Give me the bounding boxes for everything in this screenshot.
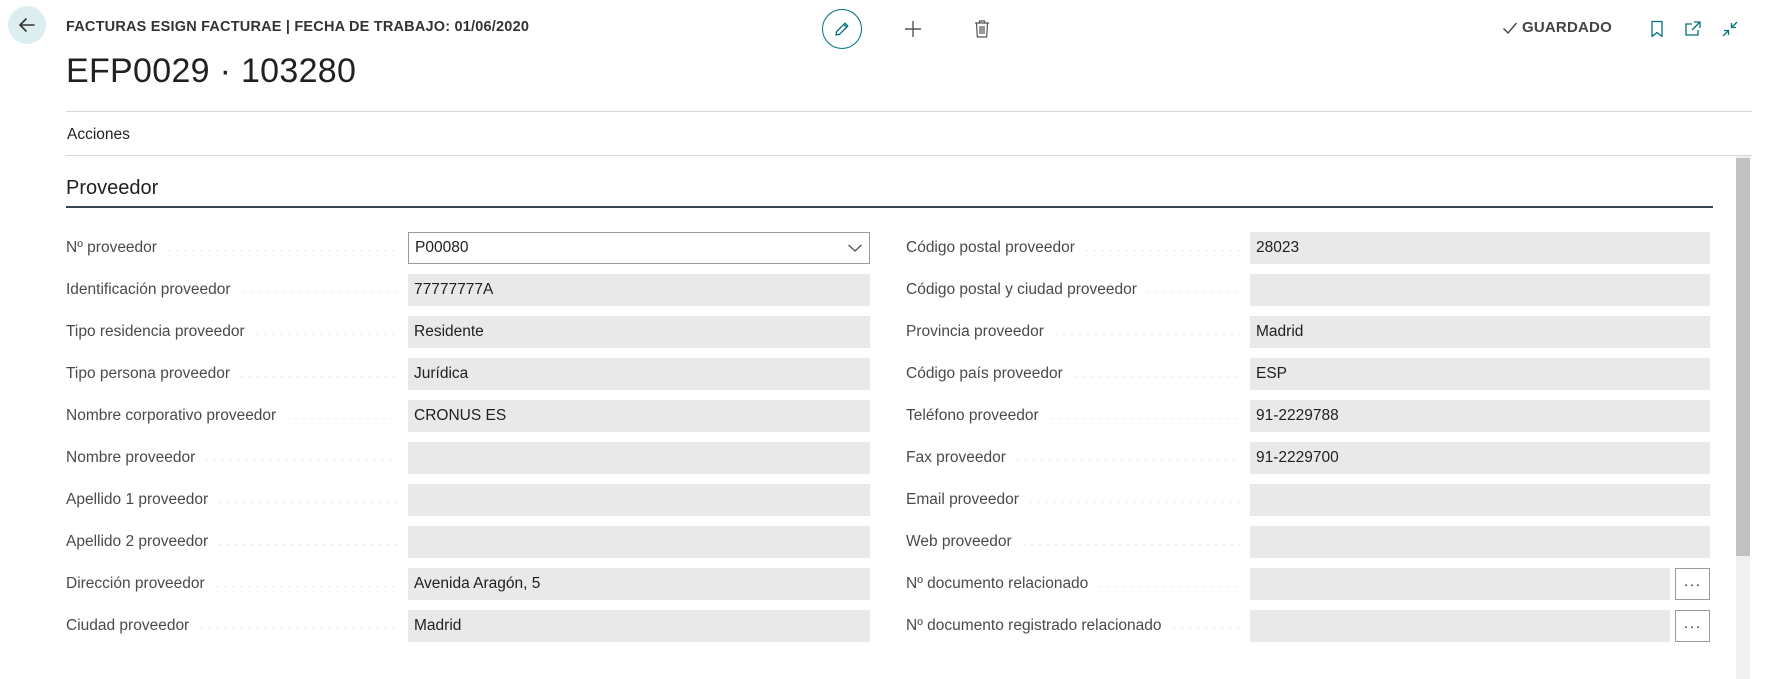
field-corporate-name: Nombre corporativo proveedor CRONUS ES bbox=[66, 400, 870, 432]
country-code-field[interactable]: ESP bbox=[1250, 358, 1710, 390]
field-email: Email proveedor bbox=[906, 484, 1710, 516]
field-province: Provincia proveedor Madrid bbox=[906, 316, 1710, 348]
field-label: Apellido 2 proveedor bbox=[66, 533, 209, 550]
action-bar-divider bbox=[66, 155, 1752, 156]
vendor-id-field[interactable]: 77777777A bbox=[408, 274, 870, 306]
field-related-document: Nº documento relacionado ··· bbox=[906, 568, 1710, 600]
field-residence-type: Tipo residencia proveedor Residente bbox=[66, 316, 870, 348]
corporate-name-field[interactable]: CRONUS ES bbox=[408, 400, 870, 432]
fax-field[interactable]: 91-2229700 bbox=[1250, 442, 1710, 474]
new-button[interactable] bbox=[899, 15, 927, 43]
checkmark-icon bbox=[1503, 22, 1518, 34]
field-label: Nombre proveedor bbox=[66, 449, 196, 466]
city-field[interactable]: Madrid bbox=[408, 610, 870, 642]
surname-2-field[interactable] bbox=[408, 526, 870, 558]
field-label: Teléfono proveedor bbox=[906, 407, 1039, 424]
field-label: Nº proveedor bbox=[66, 239, 157, 256]
section-underline bbox=[66, 206, 1713, 208]
field-label: Nombre corporativo proveedor bbox=[66, 407, 277, 424]
vendor-name-field[interactable] bbox=[408, 442, 870, 474]
field-label: Email proveedor bbox=[906, 491, 1019, 508]
field-label: Código postal proveedor bbox=[906, 239, 1075, 256]
chevron-down-icon bbox=[848, 244, 862, 252]
delete-button[interactable] bbox=[968, 15, 996, 43]
surname-1-field[interactable] bbox=[408, 484, 870, 516]
person-type-field[interactable]: Jurídica bbox=[408, 358, 870, 390]
phone-field[interactable]: 91-2229788 bbox=[1250, 400, 1710, 432]
field-related-posted-document: Nº documento registrado relacionado ··· bbox=[906, 610, 1710, 642]
vendor-no-select[interactable]: P00080 bbox=[408, 232, 870, 264]
edit-button[interactable] bbox=[822, 9, 862, 49]
related-document-field[interactable] bbox=[1250, 568, 1670, 600]
field-label: Código país proveedor bbox=[906, 365, 1063, 382]
email-field[interactable] bbox=[1250, 484, 1710, 516]
trash-icon bbox=[975, 20, 989, 38]
saved-status: GUARDADO bbox=[1502, 19, 1612, 36]
field-surname-2: Apellido 2 proveedor bbox=[66, 526, 870, 558]
collapse-button[interactable] bbox=[1718, 17, 1742, 41]
saved-status-label: GUARDADO bbox=[1522, 19, 1612, 36]
field-label: Código postal y ciudad proveedor bbox=[906, 281, 1137, 298]
field-fax: Fax proveedor 91-2229700 bbox=[906, 442, 1710, 474]
bookmark-button[interactable] bbox=[1645, 17, 1669, 41]
postal-code-field[interactable]: 28023 bbox=[1250, 232, 1710, 264]
field-surname-1: Apellido 1 proveedor bbox=[66, 484, 870, 516]
open-in-new-window-icon bbox=[1685, 21, 1701, 36]
related-posted-document-field[interactable] bbox=[1250, 610, 1670, 642]
actions-menu[interactable]: Acciones bbox=[67, 126, 130, 144]
field-label: Ciudad proveedor bbox=[66, 617, 190, 634]
page-caption: FACTURAS ESIGN FACTURAE | FECHA DE TRABA… bbox=[66, 19, 530, 35]
vertical-scrollbar[interactable] bbox=[1736, 156, 1750, 679]
field-city: Ciudad proveedor Madrid bbox=[66, 610, 870, 642]
back-button[interactable] bbox=[8, 6, 46, 44]
postal-code-city-field[interactable] bbox=[1250, 274, 1710, 306]
section-title-proveedor[interactable]: Proveedor bbox=[66, 177, 158, 200]
record-title: EFP0029 · 103280 bbox=[66, 52, 357, 90]
collapse-icon bbox=[1722, 21, 1738, 37]
field-label: Nº documento registrado relacionado bbox=[906, 617, 1162, 634]
field-label: Web proveedor bbox=[906, 533, 1012, 550]
related-document-lookup-button[interactable]: ··· bbox=[1675, 568, 1710, 600]
residence-type-field[interactable]: Residente bbox=[408, 316, 870, 348]
field-vendor-name: Nombre proveedor bbox=[66, 442, 870, 474]
plus-icon bbox=[905, 21, 921, 37]
province-field[interactable]: Madrid bbox=[1250, 316, 1710, 348]
scrollbar-thumb[interactable] bbox=[1736, 158, 1750, 556]
field-web: Web proveedor bbox=[906, 526, 1710, 558]
field-phone: Teléfono proveedor 91-2229788 bbox=[906, 400, 1710, 432]
web-field[interactable] bbox=[1250, 526, 1710, 558]
field-postal-code: Código postal proveedor 28023 bbox=[906, 232, 1710, 264]
open-new-window-button[interactable] bbox=[1681, 17, 1705, 41]
pencil-icon bbox=[835, 22, 849, 36]
bookmark-icon bbox=[1651, 20, 1663, 38]
field-label: Tipo residencia proveedor bbox=[66, 323, 245, 340]
field-value: P00080 bbox=[415, 239, 469, 256]
field-person-type: Tipo persona proveedor Jurídica bbox=[66, 358, 870, 390]
arrow-left-icon bbox=[19, 18, 35, 32]
field-label: Dirección proveedor bbox=[66, 575, 205, 592]
field-label: Nº documento relacionado bbox=[906, 575, 1089, 592]
address-field[interactable]: Avenida Aragón, 5 bbox=[408, 568, 870, 600]
header-divider bbox=[66, 111, 1752, 112]
field-country-code: Código país proveedor ESP bbox=[906, 358, 1710, 390]
field-postal-code-city: Código postal y ciudad proveedor bbox=[906, 274, 1710, 306]
field-label: Identificación proveedor bbox=[66, 281, 231, 298]
field-vendor-no: Nº proveedor P00080 bbox=[66, 232, 870, 264]
field-label: Provincia proveedor bbox=[906, 323, 1044, 340]
field-label: Fax proveedor bbox=[906, 449, 1006, 466]
field-label: Apellido 1 proveedor bbox=[66, 491, 209, 508]
related-posted-document-lookup-button[interactable]: ··· bbox=[1675, 610, 1710, 642]
field-vendor-id: Identificación proveedor 77777777A bbox=[66, 274, 870, 306]
field-address: Dirección proveedor Avenida Aragón, 5 bbox=[66, 568, 870, 600]
field-label: Tipo persona proveedor bbox=[66, 365, 230, 382]
